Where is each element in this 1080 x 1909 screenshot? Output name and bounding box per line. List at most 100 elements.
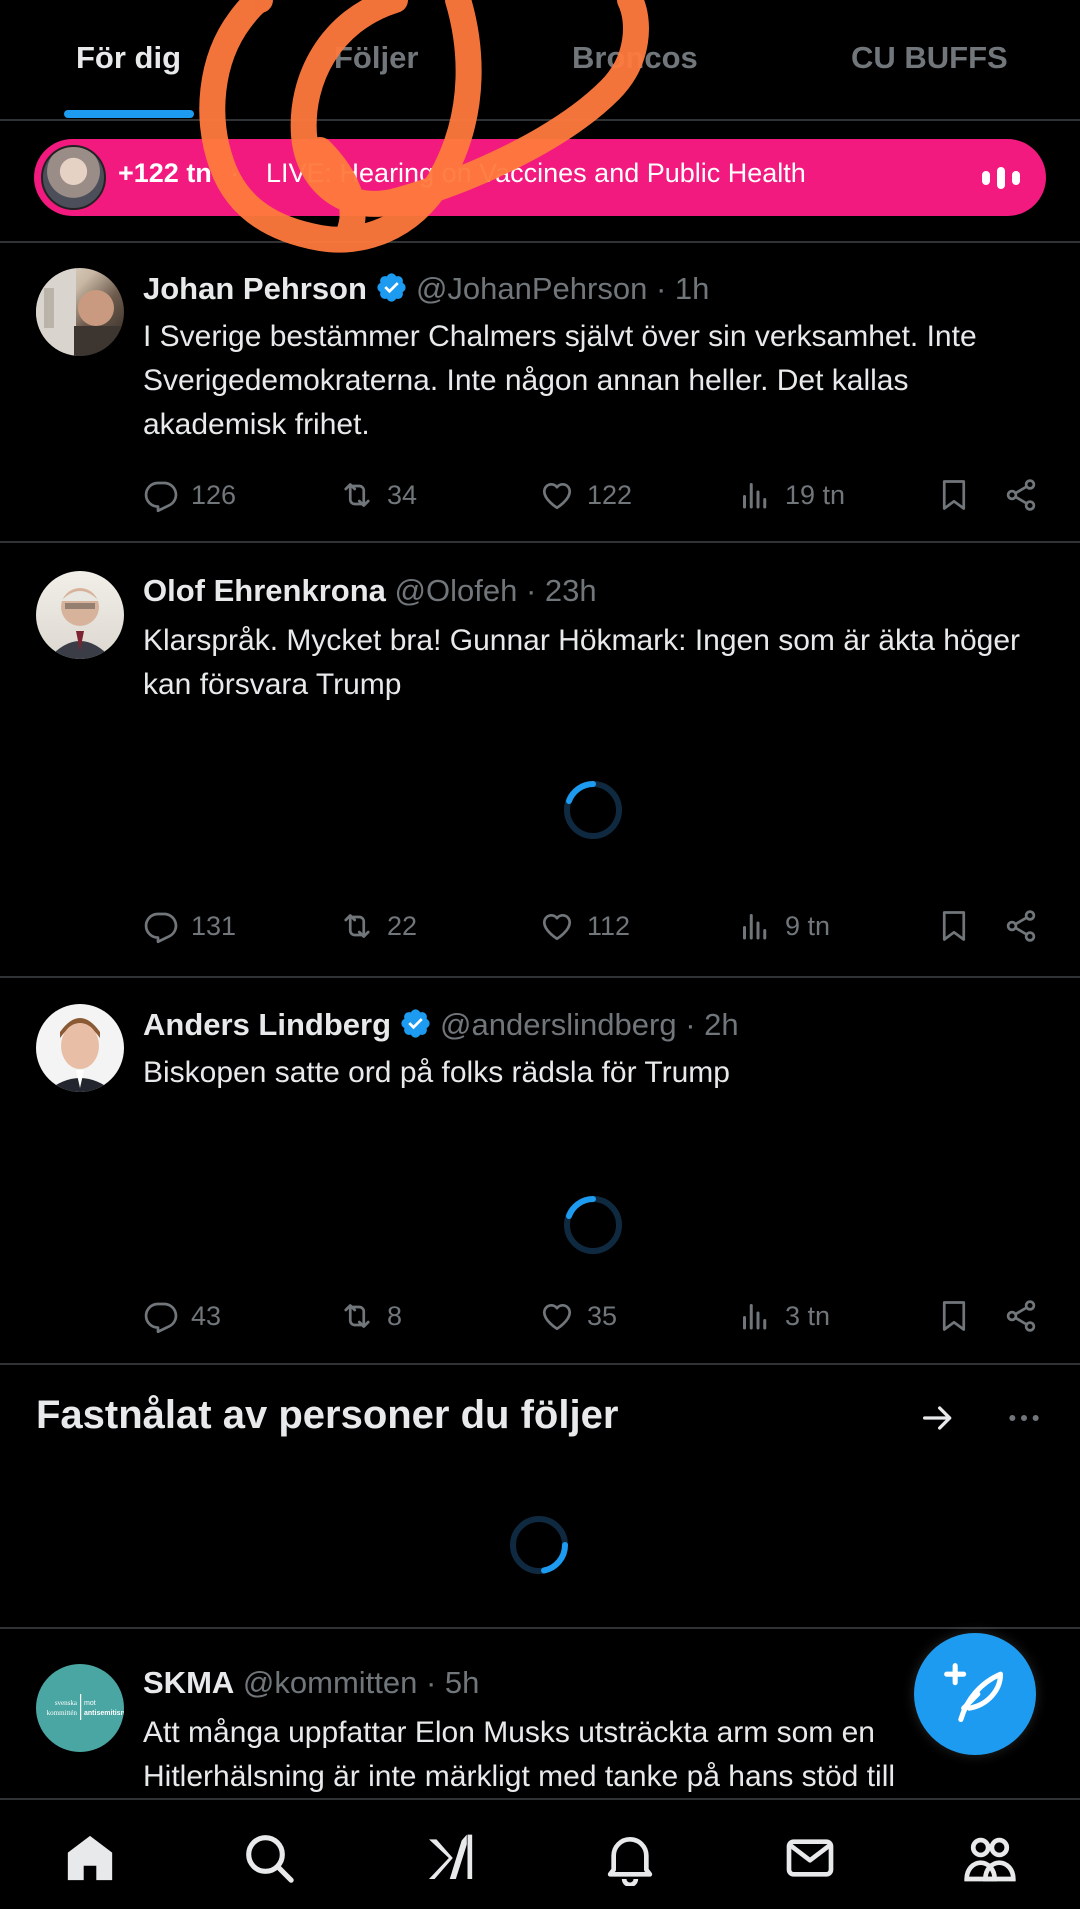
svg-text:antisemitism: antisemitism (84, 1710, 124, 1717)
views-icon (743, 1304, 767, 1330)
share-icon (1006, 910, 1036, 942)
tab-foljer[interactable]: Följer (334, 40, 418, 76)
author-handle[interactable]: @kommitten (243, 1665, 417, 1700)
bookmark-icon (942, 1301, 966, 1331)
tweet-text: I Sverige bestämmer Chalmers självt över… (143, 320, 977, 441)
share-icon (1006, 1300, 1036, 1332)
svg-text:kommittén: kommittén (47, 1709, 78, 1717)
repost-icon (344, 483, 370, 507)
author-name[interactable]: SKMA (143, 1665, 234, 1700)
bell-icon[interactable] (602, 1830, 658, 1886)
tab-broncos[interactable]: Broncos (572, 40, 698, 76)
mail-icon[interactable] (782, 1830, 838, 1886)
active-tab-indicator (64, 110, 194, 118)
like-count: 35 (587, 1300, 618, 1331)
avatar[interactable]: svenska kommittén mot antisemitism (36, 1664, 124, 1752)
more-icon[interactable] (1004, 1398, 1044, 1438)
share-button[interactable] (1003, 475, 1039, 515)
bookmark-button[interactable] (936, 906, 972, 946)
tweet-olof-ehrenkrona[interactable]: Olof Ehrenkrona @Olofeh · 23h Klarspråk.… (0, 543, 1080, 976)
author-handle[interactable]: @anderslindberg (440, 1007, 677, 1042)
tweet-header: SKMA @kommitten · 5h (143, 1665, 479, 1701)
tab-for-dig[interactable]: För dig (76, 40, 181, 76)
live-listener-count: +122 tn (118, 158, 212, 188)
view-count: 19 tn (785, 479, 846, 510)
views-button[interactable]: 9 tn (737, 906, 830, 946)
tweet-actions: 131 22 112 9 tn (143, 906, 1043, 946)
bookmark-icon (942, 480, 966, 510)
tweet-text: Att många uppfattar Elon Musks utsträckt… (143, 1716, 896, 1793)
bookmark-button[interactable] (936, 475, 972, 515)
bottom-nav (0, 1798, 1080, 1909)
timeline-tabs: För dig Följer Broncos CU BUFFS (0, 0, 1080, 121)
repost-button[interactable]: 22 (339, 906, 417, 946)
avatar[interactable] (36, 571, 124, 659)
grok-icon[interactable] (422, 1830, 478, 1886)
live-title: LIVE: Hearing on Vaccines and Public Hea… (266, 158, 806, 188)
like-button[interactable]: 112 (539, 906, 630, 946)
verified-badge-icon (377, 273, 406, 302)
host-avatar (41, 145, 106, 210)
reply-icon (144, 1302, 178, 1334)
share-button[interactable] (1003, 1296, 1039, 1336)
like-button[interactable]: 35 (539, 1296, 617, 1336)
repost-icon (344, 1304, 370, 1328)
author-name[interactable]: Anders Lindberg (143, 1007, 391, 1042)
repost-count: 34 (387, 479, 418, 510)
reply-icon (144, 481, 178, 513)
views-button[interactable]: 3 tn (737, 1296, 830, 1336)
tweet-actions: 43 8 35 3 tn (143, 1296, 1043, 1336)
bookmark-button[interactable] (936, 1296, 972, 1336)
repost-button[interactable]: 8 (339, 1296, 402, 1336)
repost-count: 8 (387, 1300, 403, 1331)
home-icon[interactable] (62, 1830, 118, 1886)
reply-button[interactable]: 126 (143, 475, 236, 515)
arrow-right-icon[interactable] (918, 1398, 958, 1438)
tweet-anders-lindberg[interactable]: Anders Lindberg @anderslindberg · 2h Bisk… (0, 978, 1080, 1363)
heart-icon (542, 1303, 572, 1331)
repost-count: 22 (387, 910, 418, 941)
reply-count: 131 (191, 910, 237, 941)
reply-button[interactable]: 131 (143, 906, 236, 946)
pinned-section-title: Fastnålat av personer du följer (36, 1393, 619, 1437)
tweet-johan-pehrson[interactable]: Johan Pehrson @JohanPehrson · 1h I Sverig… (0, 241, 1080, 541)
author-name[interactable]: Olof Ehrenkrona (143, 573, 386, 608)
avatar[interactable] (36, 268, 124, 356)
tweet-header: Johan Pehrson @JohanPehrson · 1h (143, 271, 709, 307)
skma-logo: svenska kommittén mot antisemitism (47, 1694, 124, 1720)
live-separator: · (230, 158, 239, 188)
tweet-time: · 23h (525, 573, 597, 608)
divider (0, 1363, 1080, 1365)
svg-text:svenska: svenska (55, 1699, 78, 1707)
live-space-banner[interactable]: +122 tn · LIVE: Hearing on Vaccines and … (34, 139, 1046, 216)
author-name[interactable]: Johan Pehrson (143, 271, 367, 306)
verified-badge-icon (401, 1009, 430, 1038)
avatar[interactable] (36, 1004, 124, 1092)
repost-button[interactable]: 34 (339, 475, 417, 515)
like-count: 112 (587, 910, 631, 941)
tweet-text: Biskopen satte ord på folks rädsla för T… (143, 1056, 730, 1089)
tweet-time: · 1h (655, 271, 710, 306)
heart-icon (542, 482, 572, 510)
reply-button[interactable]: 43 (143, 1296, 221, 1336)
like-count: 122 (587, 479, 633, 510)
tweet-header: Olof Ehrenkrona @Olofeh · 23h (143, 573, 597, 609)
reply-count: 43 (191, 1300, 222, 1331)
search-icon[interactable] (241, 1830, 297, 1886)
loading-spinner (564, 781, 622, 839)
views-button[interactable]: 19 tn (737, 475, 845, 515)
reply-count: 126 (191, 479, 237, 510)
tab-cu-buffs[interactable]: CU BUFFS (851, 40, 1008, 76)
loading-spinner (510, 1516, 568, 1574)
communities-icon[interactable] (962, 1830, 1018, 1886)
tweet-text: Klarspråk. Mycket bra! Gunnar Hökmark: I… (143, 624, 1021, 701)
share-button[interactable] (1003, 906, 1039, 946)
compose-button[interactable] (914, 1633, 1036, 1755)
author-handle[interactable]: @JohanPehrson (416, 271, 647, 306)
loading-spinner (564, 1196, 622, 1254)
views-icon (743, 483, 767, 509)
tweet-time: · 5h (425, 1665, 480, 1700)
compose-icon (944, 1663, 1004, 1723)
author-handle[interactable]: @Olofeh (395, 573, 518, 608)
like-button[interactable]: 122 (539, 475, 632, 515)
